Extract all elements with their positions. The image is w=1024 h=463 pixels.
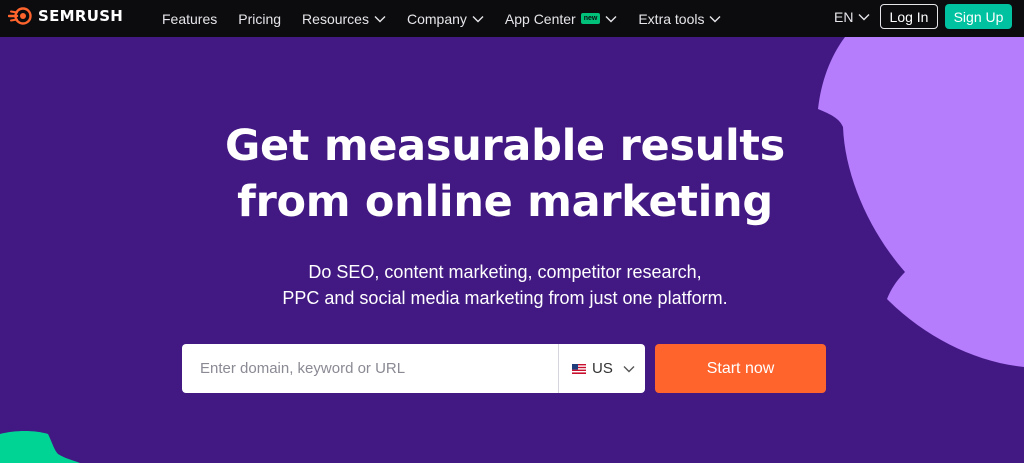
hero-title-line: from online marketing	[237, 177, 773, 227]
semrush-logo[interactable]: SEMRUSH	[8, 7, 123, 25]
nav-item-features[interactable]: Features	[162, 11, 217, 27]
chevron-down-icon	[623, 365, 635, 372]
top-navigation-bar: SEMRUSH Features Pricing Resources Compa…	[0, 0, 1024, 37]
chevron-down-icon	[858, 14, 870, 21]
nav-item-label: Features	[162, 10, 218, 27]
decorative-green-blob	[0, 431, 80, 463]
chevron-down-icon	[374, 15, 386, 22]
search-divider	[558, 344, 559, 393]
nav-item-company[interactable]: Company	[407, 11, 484, 27]
nav-item-label: Resources	[302, 10, 369, 27]
chevron-down-icon	[605, 15, 617, 22]
hero-subtitle: Do SEO, content marketing, competitor re…	[0, 259, 1010, 311]
us-flag-icon	[572, 363, 586, 374]
nav-item-extra-tools[interactable]: Extra tools	[638, 11, 721, 27]
search-input[interactable]	[182, 344, 558, 393]
new-badge: new	[580, 13, 601, 24]
hero-subtitle-line: PPC and social media marketing from just…	[282, 288, 728, 308]
chevron-down-icon	[709, 15, 721, 22]
language-selector[interactable]: EN	[834, 9, 870, 25]
country-label: US	[592, 360, 613, 377]
start-now-button[interactable]: Start now	[655, 344, 826, 393]
nav-item-label: Extra tools	[638, 10, 705, 27]
hero-title-line: Get measurable results	[225, 121, 785, 171]
nav-item-label: App Center	[504, 10, 576, 27]
login-button[interactable]: Log In	[880, 4, 938, 29]
signup-button[interactable]: Sign Up	[945, 4, 1012, 29]
brand-name: SEMRUSH	[38, 7, 124, 25]
nav-item-app-center[interactable]: App Center new	[505, 11, 617, 27]
chevron-down-icon	[472, 15, 484, 22]
hero-title: Get measurable results from online marke…	[0, 118, 1010, 230]
nav-item-resources[interactable]: Resources	[302, 11, 386, 27]
search-bar: US	[182, 344, 645, 393]
hero-subtitle-line: Do SEO, content marketing, competitor re…	[308, 262, 702, 282]
semrush-fire-icon	[8, 7, 32, 25]
nav-item-pricing[interactable]: Pricing	[238, 11, 281, 27]
main-nav: Features Pricing Resources Company App C…	[162, 0, 742, 37]
country-selector[interactable]: US	[572, 344, 635, 393]
nav-item-label: Company	[406, 10, 467, 27]
language-label: EN	[834, 9, 854, 25]
nav-item-label: Pricing	[238, 10, 282, 27]
